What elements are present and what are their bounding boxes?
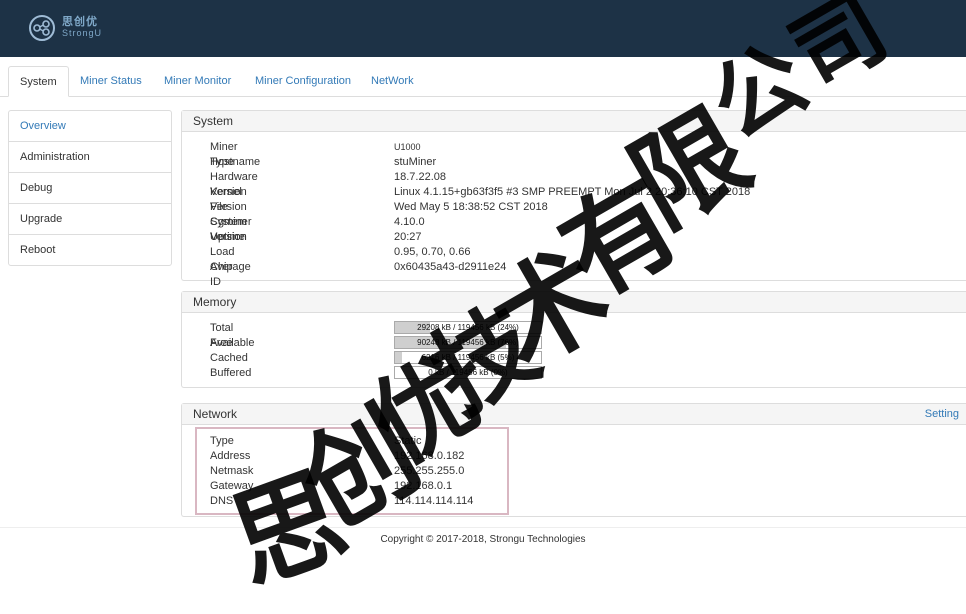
- tab-system[interactable]: System: [8, 66, 69, 97]
- footer-copyright: Copyright © 2017-2018, Strongu Technolog…: [0, 527, 966, 545]
- top-bar: 思创优 StrongU: [0, 0, 966, 57]
- system-value: 4.10.0: [394, 216, 425, 228]
- system-value: Wed May 5 18:38:52 CST 2018: [394, 201, 548, 213]
- system-value: stuMiner: [394, 156, 437, 168]
- sidebar-item-administration[interactable]: Administration: [9, 142, 171, 173]
- brand-name-en: StrongU: [62, 28, 103, 38]
- strongu-logo-icon: [29, 15, 55, 41]
- network-panel-title: Network: [193, 407, 238, 421]
- network-setting-link[interactable]: Setting: [925, 404, 959, 424]
- memory-label: Buffered: [210, 367, 252, 379]
- tab-miner-configuration[interactable]: Miner Configuration: [255, 66, 351, 96]
- sidebar-item-debug[interactable]: Debug: [9, 173, 171, 204]
- memory-bar: 0 kB / 119456 kB (0%): [394, 366, 542, 379]
- memory-panel-title: Memory: [182, 292, 966, 313]
- system-value: 0.95, 0.70, 0.66: [394, 246, 471, 258]
- memory-panel: Memory Total Available 29208 kB / 119456 …: [181, 291, 966, 388]
- tab-network[interactable]: NetWork: [371, 66, 414, 96]
- system-panel-title: System: [182, 111, 966, 132]
- network-highlight-box: [195, 427, 509, 515]
- system-value: 0x60435a43-d2911e24: [394, 261, 507, 273]
- system-value: Linux 4.1.15+gb63f3f5 #3 SMP PREEMPT Mon…: [394, 186, 751, 198]
- memory-bar: 6216 kB / 119456 kB (5%): [394, 351, 542, 364]
- tab-miner-status[interactable]: Miner Status: [80, 66, 142, 96]
- sidebar-item-overview[interactable]: Overview: [9, 111, 171, 142]
- memory-bar: 29208 kB / 119456 kB (24%): [394, 321, 542, 334]
- memory-bar-text: 6216 kB / 119456 kB (5%): [421, 353, 515, 362]
- system-value: 20:27: [394, 231, 422, 243]
- memory-bar: 90248 kB / 119456 kB (76%): [394, 336, 542, 349]
- tab-miner-monitor[interactable]: Miner Monitor: [164, 66, 231, 96]
- system-label: Hostname: [210, 156, 261, 168]
- sidebar-item-upgrade[interactable]: Upgrade: [9, 204, 171, 235]
- system-value: U1000: [394, 142, 421, 152]
- memory-label: Free: [210, 337, 233, 349]
- system-label: Chip ID: [210, 261, 233, 288]
- memory-bar-text: 90248 kB / 119456 kB (76%): [417, 338, 519, 347]
- memory-label: Cached: [210, 352, 248, 364]
- sidebar-nav: Overview Administration Debug Upgrade Re…: [8, 110, 172, 266]
- memory-bar-text: 0 kB / 119456 kB (0%): [428, 368, 508, 377]
- system-value: 18.7.22.08: [394, 171, 446, 183]
- sidebar-item-reboot[interactable]: Reboot: [9, 235, 171, 265]
- memory-bar-text: 29208 kB / 119456 kB (24%): [417, 323, 519, 332]
- brand-name-cn: 思创优: [62, 16, 98, 28]
- network-panel-head: Network Setting: [182, 404, 966, 425]
- system-label: Uptime: [210, 231, 245, 243]
- main-tabs: System Miner Status Miner Monitor Miner …: [0, 66, 966, 97]
- brand-logo[interactable]: 思创优 StrongU: [28, 14, 102, 42]
- system-panel: System Miner Type U1000 Hostname stuMiner …: [181, 110, 966, 288]
